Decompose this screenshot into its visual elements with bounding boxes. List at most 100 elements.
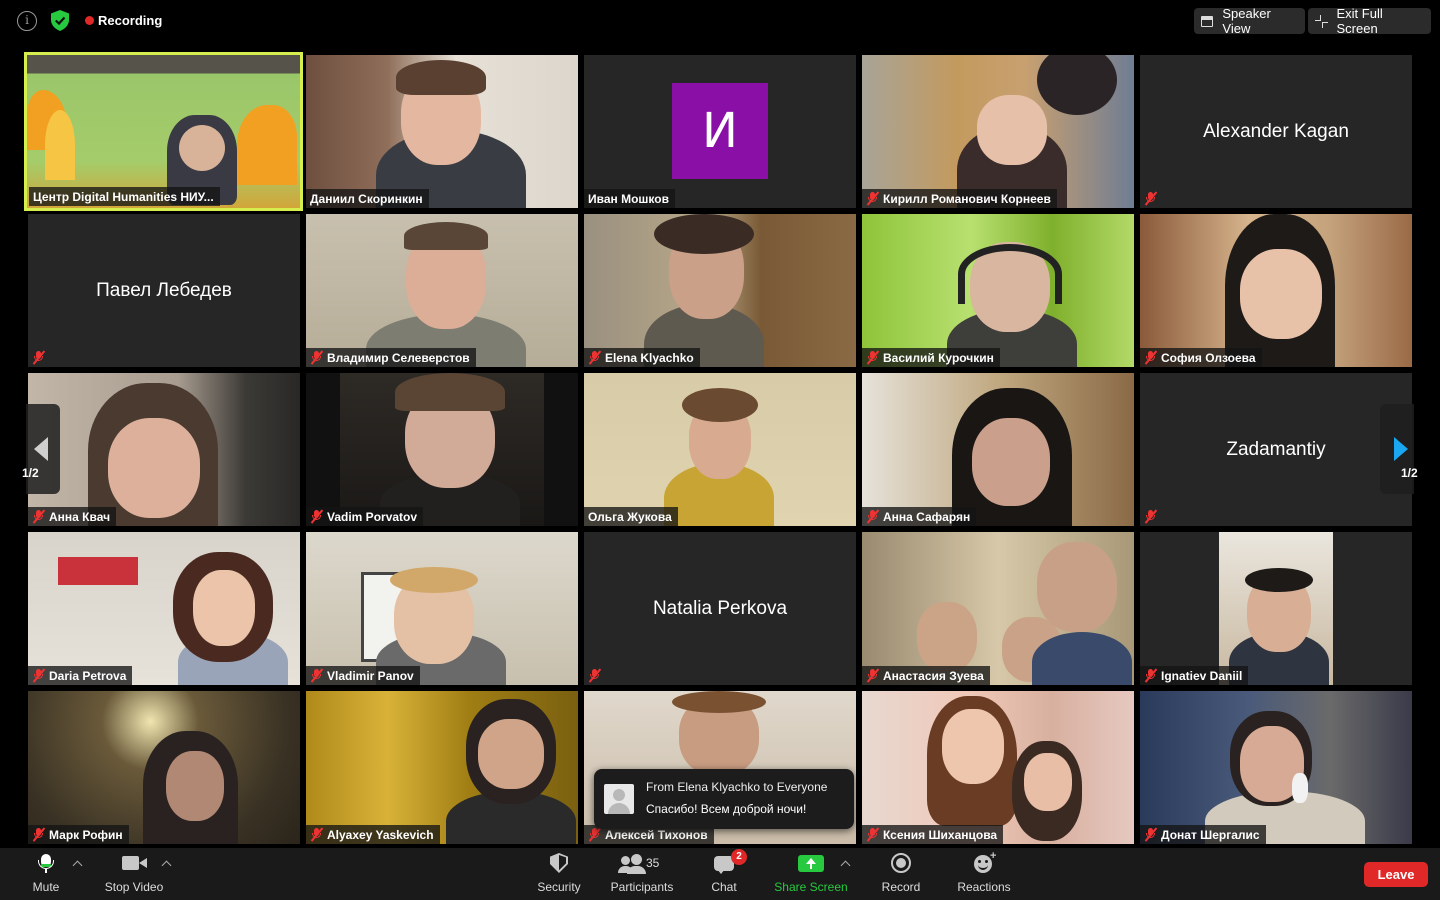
chat-notification-sender: From Elena Klyachko to Everyone	[646, 780, 828, 794]
info-icon[interactable]: i	[17, 11, 37, 31]
video-tile[interactable]: Василий Курочкин	[862, 214, 1134, 367]
chat-button[interactable]: 2 Chat	[704, 848, 747, 900]
next-page-button[interactable]	[1380, 404, 1414, 494]
video-tile[interactable]: Марк Рофин	[28, 691, 300, 844]
video-tile[interactable]: Natalia Perkova	[584, 532, 856, 685]
video-feed	[306, 214, 578, 367]
video-tile[interactable]: Кирилл Романович Корнеев	[862, 55, 1134, 208]
video-tile[interactable]: Ксения Шиханцова	[862, 691, 1134, 844]
muted-mic-icon	[866, 668, 880, 683]
participant-name-tag	[1140, 189, 1163, 208]
shield-check-icon[interactable]	[51, 10, 69, 31]
video-tile[interactable]: Анна Квач	[28, 373, 300, 526]
video-feed	[1219, 532, 1333, 685]
participant-name-tag: Vladimir Panov	[306, 666, 420, 685]
reactions-label: Reactions	[957, 880, 1011, 894]
recording-label[interactable]: Recording	[98, 13, 162, 28]
participant-name-tag	[584, 666, 607, 685]
participant-name: Анна Сафарян	[883, 509, 971, 524]
muted-mic-icon	[1144, 191, 1158, 206]
chat-notification[interactable]: From Elena Klyachko to Everyone Спасибо!…	[594, 769, 854, 829]
stop-video-label: Stop Video	[104, 880, 164, 894]
chat-notification-message: Спасибо! Всем доброй ночи!	[646, 802, 807, 816]
participant-name: Кирилл Романович Корнеев	[883, 191, 1051, 206]
sender-avatar-icon	[604, 784, 634, 814]
speaker-view-label: Speaker View	[1222, 6, 1271, 36]
video-feed	[862, 691, 1134, 844]
participant-name-tag: Владимир Селеверстов	[306, 348, 476, 367]
top-bar: i Recording Speaker View Exit Full Scree…	[0, 0, 1440, 44]
muted-mic-icon	[310, 509, 324, 524]
video-feed	[584, 214, 856, 367]
reactions-button[interactable]: + Reactions	[954, 848, 1014, 900]
video-tile[interactable]: София Олзоева	[1140, 214, 1412, 367]
chevron-left-icon	[34, 437, 48, 461]
chevron-right-icon	[1394, 437, 1408, 461]
muted-mic-icon	[866, 509, 880, 524]
video-tile[interactable]: Vladimir Panov	[306, 532, 578, 685]
video-tile[interactable]: Владимир Селеверстов	[306, 214, 578, 367]
video-feed	[862, 532, 1134, 685]
video-feed	[1140, 214, 1412, 367]
participants-count: 35	[646, 856, 660, 870]
participant-name-tag: Daria Petrova	[28, 666, 133, 685]
muted-mic-icon	[32, 827, 46, 842]
participant-name: Alyaxey Yaskevich	[327, 827, 434, 842]
video-feed	[28, 373, 300, 526]
participants-button[interactable]: 35 Participants	[606, 848, 678, 900]
participant-name-tag: Донат Шергалис	[1140, 825, 1266, 844]
stop-video-button[interactable]: Stop Video	[102, 848, 166, 900]
record-button[interactable]: Record	[880, 848, 922, 900]
video-tile[interactable]: Донат Шергалис	[1140, 691, 1412, 844]
video-feed	[862, 55, 1134, 208]
muted-mic-icon	[1144, 668, 1158, 683]
speaker-view-button[interactable]: Speaker View	[1194, 6, 1305, 36]
participant-name: Иван Мошков	[588, 191, 669, 206]
security-label: Security	[537, 880, 581, 894]
participant-name: Elena Klyachko	[605, 350, 694, 365]
mute-button[interactable]: Mute	[26, 848, 66, 900]
participant-name-tag: Центр Digital Humanities НИУ...	[29, 187, 220, 206]
participant-name-tag: Ольга Жукова	[584, 507, 678, 526]
video-tile[interactable]: Ольга Жукова	[584, 373, 856, 526]
video-tile[interactable]: Alexander Kagan	[1140, 55, 1412, 208]
participant-name: Анастасия Зуева	[883, 668, 984, 683]
participant-name-tag: Кирилл Романович Корнеев	[862, 189, 1057, 208]
share-screen-button[interactable]: Share Screen	[772, 848, 850, 900]
participants-icon: 35	[617, 848, 667, 878]
participant-name-tag: Анна Сафарян	[862, 507, 977, 526]
chat-bubble-icon: 2	[704, 848, 747, 878]
video-tile[interactable]: Elena Klyachko	[584, 214, 856, 367]
video-tile[interactable]: Центр Digital Humanities НИУ...	[24, 52, 303, 211]
muted-mic-icon	[588, 827, 602, 842]
video-tile[interactable]: Павел Лебедев	[28, 214, 300, 367]
participant-name: Марк Рофин	[49, 827, 123, 842]
audio-options-caret-icon[interactable]	[72, 860, 83, 871]
video-tile[interactable]: Daria Petrova	[28, 532, 300, 685]
video-tile[interactable]: Zadamantiy	[1140, 373, 1412, 526]
participant-name: Даниил Скоринкин	[310, 191, 423, 206]
participant-name-tag	[1140, 507, 1163, 526]
security-shield-icon	[539, 848, 579, 878]
participant-name-tag: Alyaxey Yaskevich	[306, 825, 440, 844]
video-tile[interactable]: И Иван Мошков	[584, 55, 856, 208]
participant-name: Ксения Шиханцова	[883, 827, 998, 842]
video-feed	[862, 373, 1134, 526]
previous-page-button[interactable]	[26, 404, 60, 494]
video-tile[interactable]: Alyaxey Yaskevich	[306, 691, 578, 844]
video-feed	[584, 373, 856, 526]
leave-button[interactable]: Leave	[1364, 862, 1428, 887]
muted-mic-icon	[1144, 509, 1158, 524]
exit-full-screen-button[interactable]: Exit Full Screen	[1308, 6, 1431, 36]
video-tile[interactable]: Анна Сафарян	[862, 373, 1134, 526]
muted-mic-icon	[866, 827, 880, 842]
video-tile[interactable]: Анастасия Зуева	[862, 532, 1134, 685]
participant-name-tag: Даниил Скоринкин	[306, 189, 429, 208]
security-button[interactable]: Security	[534, 848, 584, 900]
recording-dot-icon	[85, 16, 94, 25]
video-feed	[306, 55, 578, 208]
video-tile[interactable]: Даниил Скоринкин	[306, 55, 578, 208]
participant-name: Daria Petrova	[49, 668, 127, 683]
video-tile[interactable]: Ignatiev Daniil	[1140, 532, 1412, 685]
video-tile[interactable]: Vadim Porvatov	[306, 373, 578, 526]
